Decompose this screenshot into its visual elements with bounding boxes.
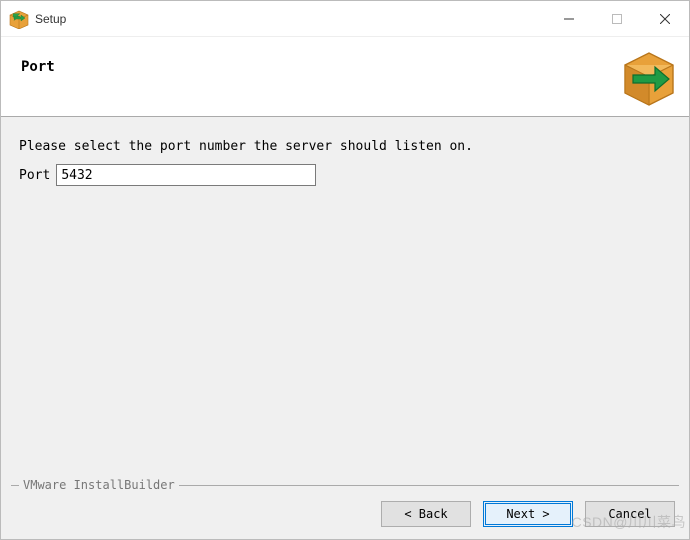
page-title: Port [21,59,605,75]
button-row: < Back Next > Cancel [381,501,675,527]
prompt-text: Please select the port number the server… [19,139,671,154]
installer-brand: VMware InstallBuilder [19,478,179,492]
port-label: Port [19,168,50,183]
wizard-header: Port [1,37,689,117]
wizard-footer: VMware InstallBuilder < Back Next > Canc… [1,479,689,539]
port-field-row: Port [19,164,671,186]
setup-window: Setup Port Please select the p [0,0,690,540]
installer-logo-icon [619,47,679,107]
next-button[interactable]: Next > [483,501,573,527]
maximize-button [593,1,641,37]
minimize-button[interactable] [545,1,593,37]
cancel-button[interactable]: Cancel [585,501,675,527]
footer-separator: VMware InstallBuilder [11,485,679,486]
port-input[interactable] [56,164,316,186]
back-button[interactable]: < Back [381,501,471,527]
window-controls [545,1,689,36]
titlebar: Setup [1,1,689,37]
window-title: Setup [35,12,545,26]
close-button[interactable] [641,1,689,37]
wizard-content: Please select the port number the server… [1,117,689,479]
app-icon [9,9,29,29]
